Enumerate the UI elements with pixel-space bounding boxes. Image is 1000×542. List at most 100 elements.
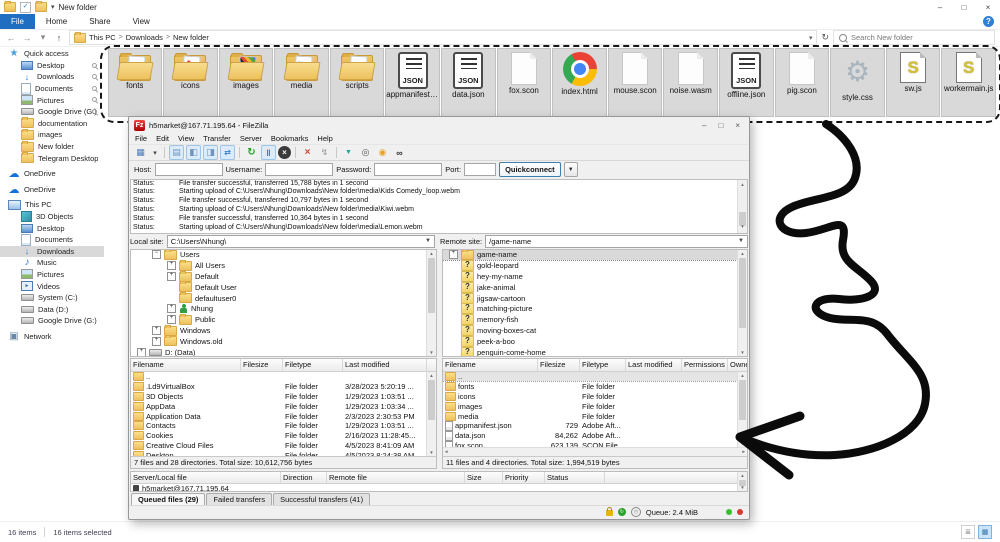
remote-file-icons[interactable]: iconsFile folder <box>443 391 747 401</box>
sidebar-item-telegram-desktop[interactable]: Telegram Desktop <box>0 152 104 164</box>
tab-home[interactable]: Home <box>35 14 78 29</box>
sidebar-item-desktop[interactable]: Desktop <box>0 60 104 72</box>
column-header-remote-file[interactable]: Remote file <box>327 472 465 483</box>
port-field[interactable] <box>464 163 496 176</box>
tree-expander-icon[interactable]: + <box>152 337 161 346</box>
fz-close-button[interactable]: × <box>735 121 740 130</box>
sidebar-item-quick-access[interactable]: Quick access <box>0 48 104 60</box>
column-header-filetype[interactable]: Filetype <box>283 359 343 371</box>
remote-tree-item-gold-leopard[interactable]: +gold-leopard <box>443 260 747 271</box>
local-file-3d-objects[interactable]: 3D ObjectsFile folder1/29/2023 1:03:51 .… <box>131 391 436 401</box>
sidebar-item-onedrive[interactable]: OneDrive <box>0 168 104 180</box>
menu-server[interactable]: Server <box>240 134 262 143</box>
tree-expander-icon[interactable]: + <box>449 250 458 259</box>
tree-scrollbar[interactable] <box>426 250 436 356</box>
recent-locations-caret-icon[interactable]: ▾ <box>37 32 49 43</box>
sidebar-item-pictures[interactable]: Pictures <box>0 94 104 106</box>
tree-expander-icon[interactable]: + <box>137 348 146 357</box>
fz-minimize-button[interactable]: – <box>702 121 706 130</box>
sidebar-item-desktop[interactable]: Desktop <box>0 222 104 234</box>
host-field[interactable] <box>155 163 223 176</box>
remote-horizontal-scrollbar[interactable]: ◄► <box>443 447 747 456</box>
file-item-offline-json[interactable]: offline.json <box>719 48 774 117</box>
toolbar-process-icon[interactable] <box>261 145 276 160</box>
filezilla-titlebar[interactable]: Fz h5market@167.71.195.64 - FileZilla – … <box>129 117 749 133</box>
column-header-filename[interactable]: Filename <box>443 359 538 371</box>
toolbar-local-icon[interactable] <box>186 145 201 160</box>
file-item-pig-scon[interactable]: pig.scon <box>775 48 830 117</box>
toolbar-sitemgr-icon[interactable] <box>133 145 148 160</box>
local-site-select[interactable]: C:\Users\Nhung\ ▼ <box>167 235 435 248</box>
tree-expander-icon[interactable]: − <box>152 250 161 259</box>
password-field[interactable] <box>374 163 442 176</box>
menu-file[interactable]: File <box>135 134 147 143</box>
local-tree-item-defaultuser0[interactable]: +defaultuser0 <box>131 293 436 304</box>
column-header-permissions[interactable]: Permissions <box>682 359 728 371</box>
sidebar-item-system-c[interactable]: System (C:) <box>0 292 104 304</box>
sidebar-item-documents[interactable]: Documents <box>0 83 104 95</box>
tree-expander-icon[interactable]: + <box>167 315 176 324</box>
quick-access-folder-icon[interactable] <box>35 2 47 12</box>
back-icon[interactable]: ← <box>5 33 17 43</box>
menu-help[interactable]: Help <box>317 134 332 143</box>
column-header-filetype[interactable]: Filetype <box>580 359 626 371</box>
breadcrumb-segment-this-pc[interactable]: This PC <box>89 33 116 42</box>
local-tree-item-all-users[interactable]: +All Users <box>131 260 436 271</box>
local-file-item[interactable]: .. <box>131 372 436 382</box>
toolbar-disconnect-icon[interactable] <box>300 145 315 160</box>
file-item-mouse-scon[interactable]: mouse.scon <box>608 48 663 117</box>
remote-tree-item-hey-my-name[interactable]: +hey-my-name <box>443 271 747 282</box>
remote-file-fonts[interactable]: fontsFile folder <box>443 381 747 391</box>
breadcrumb-segment-new-folder[interactable]: New folder <box>173 33 209 42</box>
remote-tree-item-jake-animal[interactable]: +jake-animal <box>443 282 747 293</box>
remote-tree-item-moving-boxes-cat[interactable]: +moving-boxes-cat <box>443 325 747 336</box>
toolbar-queue-icon[interactable] <box>220 145 235 160</box>
remote-tree-item-jigsaw-cartoon[interactable]: +jigsaw-cartoon <box>443 293 747 304</box>
message-log[interactable]: Status:File transfer successful, transfe… <box>130 179 748 234</box>
refresh-icon[interactable]: ↻ <box>821 32 829 43</box>
column-header-direction[interactable]: Direction <box>281 472 327 483</box>
minimize-button[interactable]: – <box>928 0 952 14</box>
breadcrumb-segment-downloads[interactable]: Downloads <box>126 33 163 42</box>
toolbar-log-icon[interactable] <box>169 145 184 160</box>
log-scrollbar[interactable] <box>737 180 747 233</box>
sidebar-item-downloads[interactable]: Downloads <box>0 71 104 83</box>
local-tree-item-default[interactable]: +Default <box>131 271 436 282</box>
queue-server-row[interactable]: h5market@167.71.195.64 <box>131 484 747 493</box>
file-item-appmanifest-json[interactable]: appmanifest.json <box>385 48 440 117</box>
local-tree-item-users[interactable]: −Users <box>131 250 436 261</box>
sidebar-item-google-drive-g[interactable]: Google Drive (G:) <box>0 315 104 327</box>
file-item-media[interactable]: media <box>274 48 329 117</box>
local-tree-item-nhung[interactable]: +Nhung <box>131 304 436 315</box>
column-header-last-modified[interactable]: Last modified <box>343 359 427 371</box>
address-dropdown-caret-icon[interactable]: ▾ <box>809 34 813 42</box>
remote-file-media[interactable]: mediaFile folder <box>443 411 747 421</box>
remote-file-fox-scon[interactable]: fox.scon623,139SCON File <box>443 441 747 447</box>
tree-scrollbar[interactable] <box>737 250 747 356</box>
file-item-index-html[interactable]: index.html <box>552 48 607 117</box>
search-input[interactable]: Search New folder <box>833 30 995 45</box>
local-tree-item-d-data[interactable]: +D: (Data) <box>131 347 436 357</box>
sidebar-item-documentation[interactable]: documentation <box>0 118 104 130</box>
sidebar-item-videos[interactable]: Videos <box>0 280 104 292</box>
column-header-status[interactable]: Status <box>545 472 605 483</box>
remote-tree-item-peek-a-boo[interactable]: +peek-a-boo <box>443 336 747 347</box>
fz-maximize-button[interactable]: □ <box>718 121 723 130</box>
toolbar-sync-icon[interactable] <box>375 145 390 160</box>
remote-tree-item-memory-fish[interactable]: +memory-fish <box>443 314 747 325</box>
toolbar-caret-icon[interactable] <box>150 145 160 160</box>
remote-tree-item-matching-picture[interactable]: +matching-picture <box>443 304 747 315</box>
list-scrollbar[interactable] <box>737 372 747 447</box>
menu-transfer[interactable]: Transfer <box>203 134 231 143</box>
column-header-owner-group[interactable]: Owner/Group <box>728 359 748 371</box>
toolbar-remote-icon[interactable] <box>203 145 218 160</box>
remote-file-item[interactable]: .. <box>443 372 747 382</box>
column-header-filename[interactable]: Filename <box>131 359 241 371</box>
toolbar-reconnect-icon[interactable] <box>317 145 332 160</box>
toolbar-find-icon[interactable] <box>392 145 407 160</box>
local-file-appdata[interactable]: AppDataFile folder1/29/2023 1:03:34 ... <box>131 401 436 411</box>
sidebar-item-downloads[interactable]: Downloads <box>0 246 104 258</box>
remote-tree-item-game-name[interactable]: +game-name <box>443 250 747 261</box>
menu-edit[interactable]: Edit <box>156 134 169 143</box>
sidebar-item-new-folder[interactable]: New folder <box>0 141 104 153</box>
